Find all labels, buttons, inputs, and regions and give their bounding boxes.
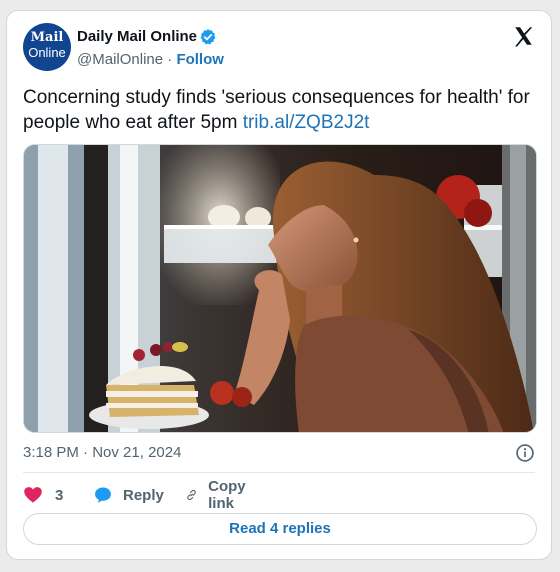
handle-separator: · (167, 51, 173, 68)
tweet-photo (24, 145, 536, 432)
speech-bubble-icon (95, 487, 111, 503)
copy-link-button[interactable]: Copy link (185, 478, 253, 512)
tweet-image[interactable] (23, 144, 537, 433)
heart-icon (24, 487, 42, 503)
timestamp-separator: · (83, 444, 89, 461)
avatar[interactable]: Mail Online (23, 23, 71, 71)
like-button[interactable]: 3 (23, 483, 63, 507)
avatar-text-top: Mail (30, 30, 64, 45)
read-replies-button[interactable]: Read 4 replies (23, 513, 537, 545)
account-name[interactable]: Daily Mail Online (77, 28, 197, 45)
reply-button[interactable]: Reply (93, 483, 164, 507)
reply-label: Reply (123, 486, 164, 504)
tweet-text: Concerning study finds 'serious conseque… (23, 85, 538, 135)
tweet-link[interactable]: trib.al/ZQB2J2t (243, 112, 370, 133)
tweet-timestamp[interactable]: 3:18 PM · Nov 21, 2024 (23, 444, 181, 461)
like-count: 3 (55, 486, 64, 504)
info-icon[interactable] (515, 443, 535, 463)
link-icon (187, 489, 196, 501)
x-logo-icon[interactable] (512, 25, 535, 47)
verified-badge-icon (200, 29, 216, 45)
divider (23, 472, 535, 473)
handle-row: @MailOnline · Follow (77, 51, 224, 68)
tweet-card: Mail Online Daily Mail Online @MailOnlin… (6, 10, 552, 560)
account-handle[interactable]: @MailOnline (77, 51, 163, 68)
follow-link[interactable]: Follow (176, 51, 224, 68)
tweet-time: 3:18 PM (23, 444, 79, 461)
tweet-date: Nov 21, 2024 (92, 444, 182, 461)
copy-link-label: Copy link (208, 478, 246, 512)
avatar-text-bottom: Online (28, 45, 66, 60)
